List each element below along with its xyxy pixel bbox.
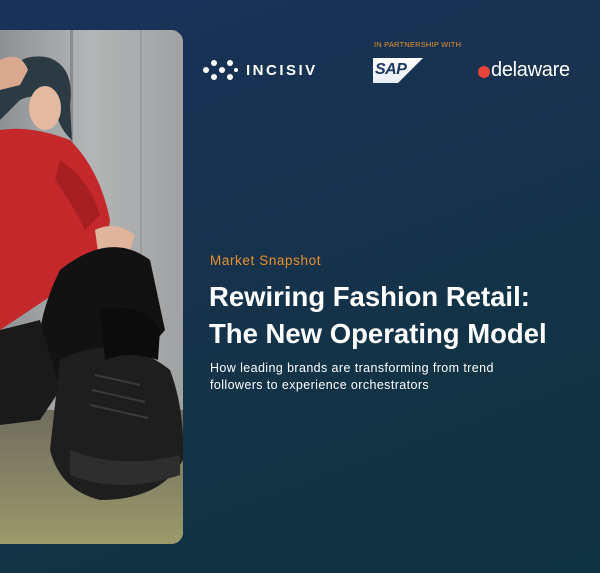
incisiv-mark-icon (203, 60, 238, 80)
incisiv-wordmark: INCISIV (246, 61, 318, 79)
hero-photo (0, 30, 183, 544)
delaware-wordmark: delaware (491, 58, 570, 81)
subtitle-line-1: How leading brands are transforming from… (210, 361, 494, 375)
eyebrow-label: Market Snapshot (210, 253, 322, 268)
subtitle-line-2: followers to experience orchestrators (210, 378, 430, 392)
incisiv-logo: INCISIV (202, 57, 318, 83)
delaware-logo: delaware (478, 57, 570, 83)
page-title: Rewiring Fashion Retail: The New Operati… (209, 278, 594, 352)
delaware-dot-icon (478, 66, 490, 78)
title-line-2: The New Operating Model (209, 318, 547, 349)
partnership-label: IN PARTNERSHIP WITH (374, 40, 462, 49)
page-subtitle: How leading brands are transforming from… (210, 360, 595, 394)
sap-logo: SAP (373, 58, 423, 83)
sap-wordmark: SAP (375, 61, 407, 78)
title-line-1: Rewiring Fashion Retail: (209, 281, 530, 312)
